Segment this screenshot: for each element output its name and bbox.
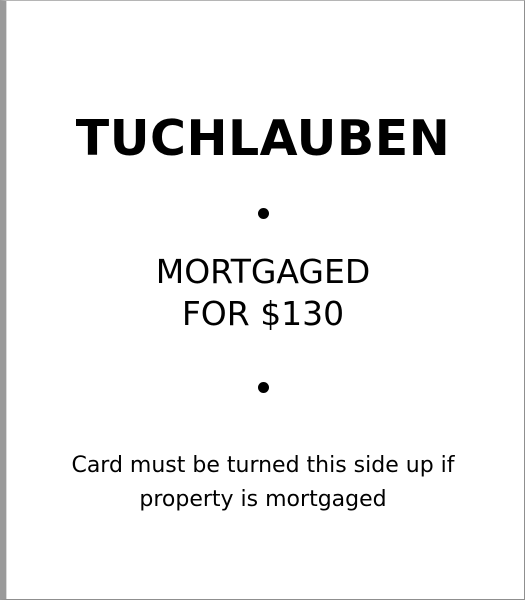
instruction-line-2: property is mortgaged [139,487,387,512]
bottom-bullet-dot [258,382,269,393]
mortgage-instruction: Card must be turned this side up if prop… [2,449,524,517]
mortgage-value: MORTGAGED FOR $130 [2,251,524,335]
property-name: TUCHLAUBEN [75,110,451,167]
top-bullet-dot [258,208,269,219]
instruction-line-1: Card must be turned this side up if [71,453,455,478]
mortgage-label: MORTGAGED [155,252,371,291]
mortgage-amount: FOR $130 [181,294,345,333]
mortgaged-property-card: TUCHLAUBEN MORTGAGED FOR $130 Card must … [0,0,525,600]
